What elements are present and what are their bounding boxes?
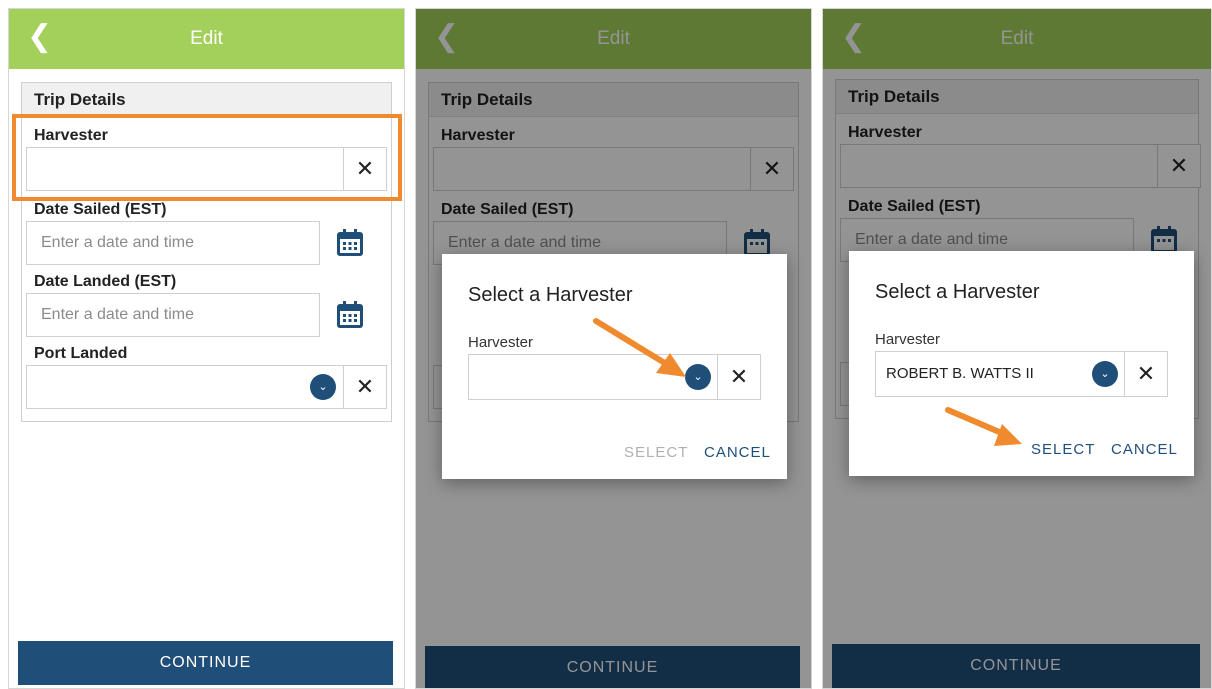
harvester-highlight-box (12, 114, 402, 201)
annotation-arrow-to-select (945, 407, 1022, 446)
card-title: Trip Details (22, 83, 391, 117)
dialog-title: Select a Harvester (875, 281, 1040, 303)
dialog-harvester-label: Harvester (468, 334, 534, 351)
dialog-title: Select a Harvester (468, 284, 633, 306)
dialog-clear-button[interactable]: ✕ (717, 354, 761, 400)
calendar-icon[interactable] (334, 227, 366, 259)
dropdown-chevron-icon[interactable]: ⌄ (310, 374, 336, 400)
date-landed-label: Date Landed (EST) (34, 273, 177, 290)
cancel-button[interactable]: CANCEL (704, 444, 771, 461)
dialog-harvester-select[interactable]: ROBERT B. WATTS II (875, 351, 1125, 397)
date-landed-input[interactable]: Enter a date and time (26, 293, 320, 337)
date-sailed-input[interactable]: Enter a date and time (26, 221, 320, 265)
dialog-clear-button[interactable]: ✕ (1124, 351, 1168, 397)
select-button[interactable]: SELECT (624, 444, 688, 461)
port-clear-button[interactable]: ✕ (343, 365, 387, 409)
port-landed-label: Port Landed (34, 345, 128, 362)
top-bar: ❮ Edit (9, 9, 404, 69)
cancel-button[interactable]: CANCEL (1111, 441, 1178, 458)
page-title: Edit (190, 28, 223, 49)
dropdown-chevron-icon[interactable]: ⌄ (1092, 361, 1118, 387)
screen-edit-trip: ❮ Edit Trip Details Harvester ✕ Date Sai… (8, 8, 405, 689)
screen-select-harvester-filled: ❮ Edit Trip Details Harvester ✕ Date Sai… (822, 8, 1212, 689)
port-landed-select[interactable] (26, 365, 344, 409)
date-sailed-label: Date Sailed (EST) (34, 201, 167, 218)
dialog-harvester-label: Harvester (875, 331, 941, 348)
select-button[interactable]: SELECT (1031, 441, 1095, 458)
continue-button[interactable]: CONTINUE (18, 641, 393, 685)
calendar-icon[interactable] (334, 299, 366, 331)
back-chevron-icon[interactable]: ❮ (27, 9, 52, 65)
annotation-arrow-to-dropdown (593, 318, 686, 377)
